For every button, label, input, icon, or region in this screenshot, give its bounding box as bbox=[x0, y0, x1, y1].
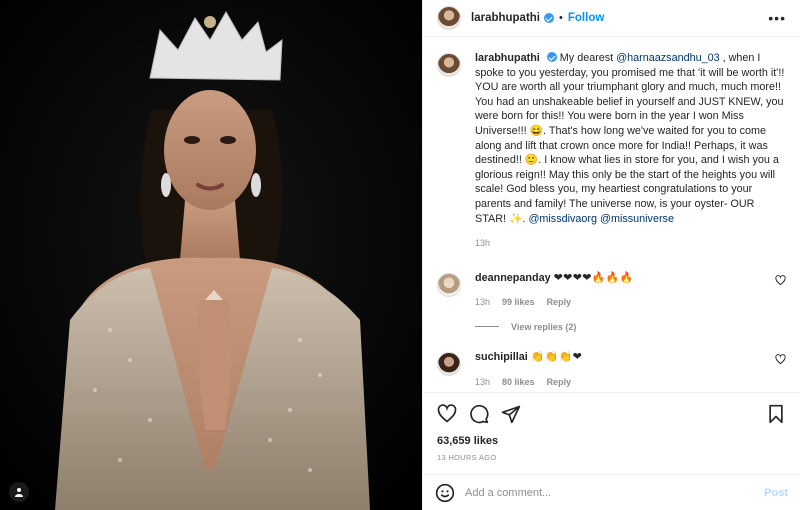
reply-button[interactable]: Reply bbox=[547, 375, 572, 390]
heart-icon[interactable] bbox=[775, 274, 786, 286]
emoji-icon[interactable] bbox=[435, 483, 455, 503]
post-sidebar: larabhupathi • Follow ••• larabhupathi M… bbox=[422, 0, 800, 510]
comment-body: suchipillai 👏👏👏❤ 13h 80 likes Reply bbox=[475, 350, 786, 392]
comment-text: 👏👏👏❤ bbox=[530, 350, 583, 363]
mention-link[interactable]: @missdivaorg bbox=[528, 213, 597, 225]
mention-link[interactable]: @harnaazsandhu_03 bbox=[616, 52, 719, 64]
comments-section: larabhupathi My dearest @harnaazsandhu_0… bbox=[423, 37, 800, 392]
avatar[interactable] bbox=[437, 351, 461, 376]
comment-likes[interactable]: 80 likes bbox=[502, 375, 535, 390]
caption-body: larabhupathi My dearest @harnaazsandhu_0… bbox=[475, 51, 786, 271]
caption-text-1: My dearest bbox=[559, 52, 617, 64]
caption-username[interactable]: larabhupathi bbox=[475, 52, 540, 64]
portrait-illustration bbox=[0, 0, 422, 510]
post-header: larabhupathi • Follow ••• bbox=[423, 0, 800, 37]
comment-input[interactable] bbox=[465, 486, 765, 499]
comment-body: deannepanday ❤❤❤❤🔥🔥🔥 13h 99 likes Reply bbox=[475, 271, 786, 328]
heart-icon[interactable] bbox=[775, 354, 786, 365]
follow-button[interactable]: Follow bbox=[568, 12, 604, 24]
comment-item: suchipillai 👏👏👏❤ 13h 80 likes Reply bbox=[437, 350, 786, 392]
more-options-icon[interactable]: ••• bbox=[768, 10, 786, 26]
verified-icon bbox=[544, 13, 555, 23]
caption: larabhupathi My dearest @harnaazsandhu_0… bbox=[437, 51, 786, 271]
avatar[interactable] bbox=[437, 272, 461, 297]
comment-item: deannepanday ❤❤❤❤🔥🔥🔥 13h 99 likes Reply bbox=[437, 271, 786, 328]
post-image[interactable] bbox=[0, 0, 422, 510]
action-icons bbox=[437, 403, 786, 425]
posted-time: 13 HOURS AGO bbox=[437, 453, 497, 462]
comment-meta: 13h 99 likes Reply bbox=[475, 295, 786, 310]
add-comment-bar: Post bbox=[423, 474, 800, 510]
heart-icon[interactable] bbox=[437, 404, 457, 424]
caption-text-2: , when I spoke to you yesterday, you pro… bbox=[475, 52, 785, 225]
comment-meta: 13h 80 likes Reply bbox=[475, 375, 786, 390]
likes-count[interactable]: 63,659 likes bbox=[437, 435, 786, 447]
comment-time: 13h bbox=[475, 297, 491, 308]
comment-username[interactable]: suchipillai bbox=[475, 351, 528, 363]
comment-time: 13h bbox=[475, 376, 491, 387]
avatar[interactable] bbox=[437, 6, 461, 30]
save-icon[interactable] bbox=[766, 404, 786, 424]
reply-button[interactable]: Reply bbox=[547, 295, 572, 310]
comment-username[interactable]: deannepanday bbox=[475, 272, 551, 284]
separator-dot: • bbox=[559, 12, 563, 24]
action-bar: 63,659 likes 13 HOURS AGO bbox=[423, 392, 800, 474]
header-username[interactable]: larabhupathi bbox=[471, 12, 540, 24]
share-icon[interactable] bbox=[501, 404, 521, 424]
comment-text: ❤❤❤❤🔥🔥🔥 bbox=[553, 271, 634, 284]
avatar[interactable] bbox=[437, 53, 461, 77]
mention-link[interactable]: @missuniverse bbox=[600, 213, 674, 225]
comment-icon[interactable] bbox=[469, 404, 489, 424]
post-button[interactable]: Post bbox=[764, 487, 788, 499]
comment-likes[interactable]: 99 likes bbox=[502, 295, 535, 310]
verified-icon bbox=[546, 52, 557, 62]
user-tag-icon[interactable] bbox=[9, 482, 29, 502]
caption-time: 13h bbox=[475, 238, 491, 249]
